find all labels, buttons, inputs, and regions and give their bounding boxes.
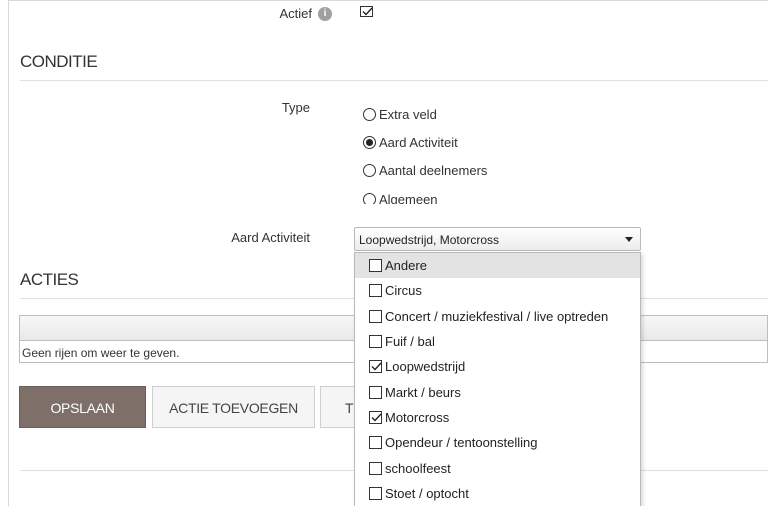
- radio-icon[interactable]: [363, 108, 376, 121]
- checkbox-checked-icon[interactable]: [369, 360, 382, 374]
- radio-icon[interactable]: [363, 164, 376, 177]
- checkbox-checked-icon[interactable]: [369, 410, 382, 424]
- select-value: Loopwedstrijd, Motorcross: [359, 233, 500, 247]
- actief-label: Actief: [279, 6, 312, 21]
- dropdown-item-concert[interactable]: Concert / muziekfestival / live optreden: [355, 304, 640, 329]
- radio-icon[interactable]: [363, 193, 376, 204]
- dropdown-item-andere[interactable]: Andere: [355, 253, 640, 279]
- radio-extra-veld[interactable]: Extra veld: [363, 107, 437, 122]
- dropdown-item-motorcross[interactable]: Motorcross: [355, 405, 640, 430]
- conditie-title: CONDITIE: [20, 52, 98, 71]
- divider: [20, 80, 768, 81]
- dropdown-item-schoolfeest[interactable]: schoolfeest: [355, 455, 640, 480]
- radio-label: Aard Activiteit: [379, 135, 458, 150]
- dropdown-item-label: Andere: [385, 258, 427, 274]
- dropdown-item-fuif[interactable]: Fuif / bal: [355, 329, 640, 354]
- acties-title: ACTIES: [20, 270, 79, 289]
- dropdown-item-label: Loopwedstrijd: [385, 359, 466, 375]
- dropdown-item-stoet[interactable]: Stoet / optocht: [355, 481, 640, 506]
- dropdown-item-loopwedstrijd[interactable]: Loopwedstrijd: [355, 354, 640, 379]
- radio-aantal-deelnemers[interactable]: Aantal deelnemers: [363, 163, 487, 178]
- radio-clipped-container: Algemeen: [360, 188, 560, 204]
- checkbox-icon[interactable]: [369, 486, 382, 500]
- dropdown-item-label: Motorcross: [385, 409, 450, 425]
- aard-activiteit-select[interactable]: Loopwedstrijd, Motorcross: [354, 227, 641, 251]
- dropdown-item-label: Stoet / optocht: [385, 485, 469, 501]
- aard-activiteit-dropdown[interactable]: Andere Circus Concert / muziekfestival /…: [354, 252, 641, 506]
- checkbox-icon[interactable]: [369, 436, 382, 450]
- radio-label: Aantal deelnemers: [379, 163, 488, 178]
- checkbox-icon[interactable]: [369, 284, 382, 298]
- dropdown-item-label: Concert / muziekfestival / live optreden: [385, 308, 609, 324]
- radio-aard-activiteit[interactable]: Aard Activiteit: [363, 135, 458, 150]
- radio-algemeen[interactable]: Algemeen: [363, 192, 438, 204]
- dropdown-item-label: Fuif / bal: [385, 334, 435, 350]
- checkbox-icon[interactable]: [369, 385, 382, 399]
- actief-checkbox[interactable]: [360, 6, 373, 17]
- dropdown-item-label: Markt / beurs: [385, 384, 461, 400]
- dropdown-item-label: Circus: [385, 283, 422, 299]
- radio-selected-icon[interactable]: [363, 136, 376, 149]
- dropdown-item-circus[interactable]: Circus: [355, 278, 640, 303]
- checkbox-icon[interactable]: [369, 259, 382, 273]
- checkbox-icon[interactable]: [369, 335, 382, 349]
- dropdown-item-label: Opendeur / tentoonstelling: [385, 435, 538, 451]
- type-label: Type: [281, 100, 310, 115]
- info-icon[interactable]: i: [318, 7, 332, 21]
- dropdown-item-markt[interactable]: Markt / beurs: [355, 379, 640, 404]
- dropdown-item-label: schoolfeest: [385, 460, 451, 476]
- chevron-down-icon[interactable]: [625, 237, 633, 242]
- checkbox-icon[interactable]: [369, 309, 382, 323]
- radio-label: Algemeen: [379, 192, 438, 204]
- radio-label: Extra veld: [379, 107, 437, 122]
- dropdown-item-opendeur[interactable]: Opendeur / tentoonstelling: [355, 430, 640, 455]
- add-action-button[interactable]: ACTIE TOEVOEGEN: [152, 386, 315, 428]
- aard-activiteit-label: Aard Activiteit: [231, 230, 310, 245]
- checkbox-icon[interactable]: [369, 461, 382, 475]
- save-button[interactable]: OPSLAAN: [19, 386, 146, 428]
